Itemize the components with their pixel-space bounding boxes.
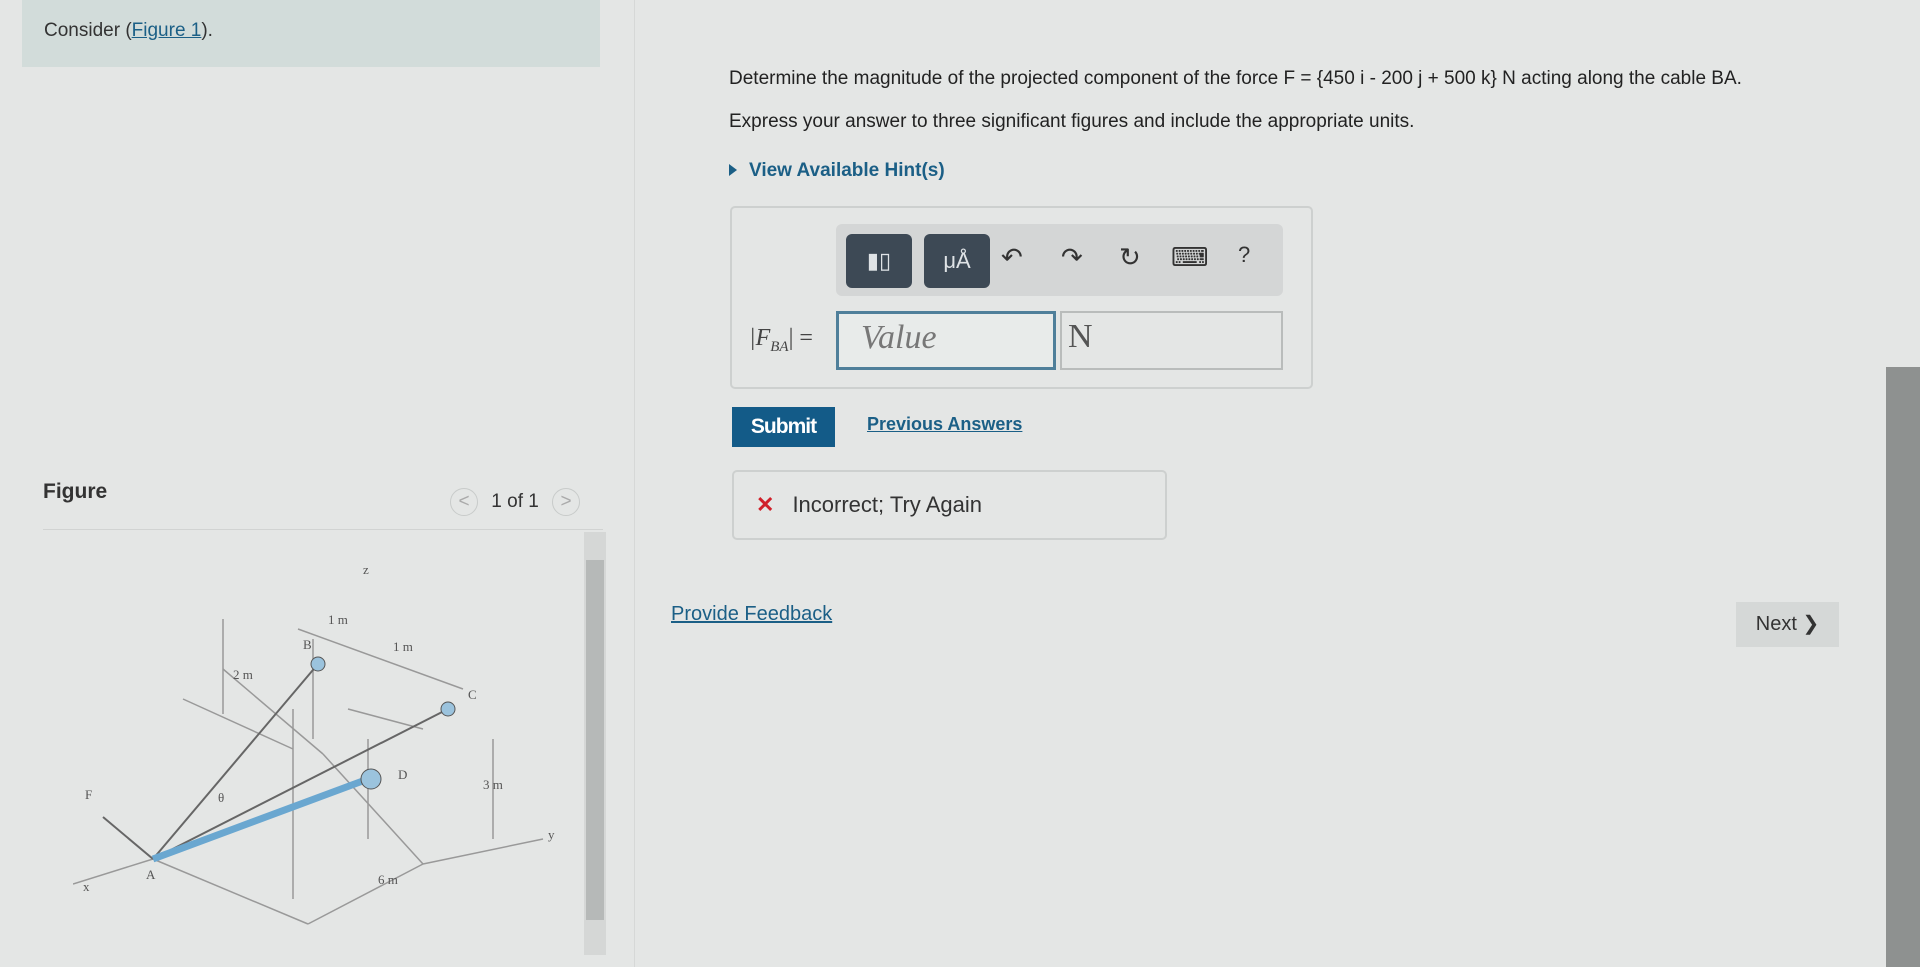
x-axis-label: x — [83, 879, 90, 894]
math-toolbar: ▮▯ μÅ ↶ ↷ ↻ ⌨ ? — [836, 224, 1283, 296]
label-sub: BA — [770, 338, 789, 355]
dim-6m: 6 m — [378, 872, 398, 887]
answer-label: |FBA| = — [749, 325, 813, 356]
dim-1m-b: 1 m — [393, 639, 413, 654]
prev-figure-button[interactable]: < — [450, 488, 478, 516]
consider-text: Consider ( — [44, 20, 132, 41]
figure-title: Figure — [43, 480, 108, 503]
help-icon[interactable]: ? — [1238, 242, 1250, 268]
panel-divider — [634, 0, 635, 967]
fraction-template-icon[interactable]: ▮▯ — [846, 234, 912, 288]
pager-text: 1 of 1 — [491, 491, 539, 513]
next-figure-button[interactable]: > — [552, 488, 581, 516]
theta-label: θ — [218, 790, 224, 805]
view-hints-toggle[interactable]: View Available Hint(s) — [729, 160, 945, 182]
dim-3m: 3 m — [483, 777, 503, 792]
question-text: Determine the magnitude of the projected… — [729, 68, 1742, 89]
y-axis-label: y — [548, 827, 555, 842]
feedback-box: ✕ Incorrect; Try Again — [732, 470, 1167, 540]
next-button[interactable]: Next ❯ — [1736, 602, 1839, 647]
feedback-status: Incorrect; Try Again — [792, 492, 982, 517]
point-b-label: B — [303, 637, 312, 652]
point-c-label: C — [468, 687, 477, 702]
point-a-label: A — [146, 867, 156, 882]
consider-suffix: ). — [201, 20, 213, 41]
dim-1m-a: 1 m — [328, 612, 348, 627]
figure-pager: < 1 of 1 > — [450, 488, 581, 516]
figure-diagram: z 1 m 1 m 2 m B C D F θ A 3 m 6 m x y — [73, 562, 555, 925]
reset-icon[interactable]: ↻ — [1119, 242, 1141, 273]
dim-2m: 2 m — [233, 667, 253, 682]
undo-icon[interactable]: ↶ — [1001, 242, 1023, 273]
instructions-text: Express your answer to three significant… — [729, 111, 1415, 132]
redo-icon[interactable]: ↷ — [1061, 242, 1083, 273]
figure-divider — [43, 529, 603, 530]
label-end: | = — [788, 325, 813, 351]
value-input[interactable]: Value — [836, 311, 1056, 370]
incorrect-x-icon: ✕ — [756, 492, 775, 517]
keyboard-icon[interactable]: ⌨ — [1171, 242, 1209, 273]
submit-button[interactable]: Submit — [732, 407, 835, 447]
force-f-label: F — [85, 787, 92, 802]
z-axis-label: z — [363, 562, 369, 577]
units-button[interactable]: μÅ — [924, 234, 990, 288]
page-scrollbar[interactable] — [1886, 367, 1920, 967]
label-main: |F — [749, 325, 771, 351]
figure-link[interactable]: Figure 1 — [132, 20, 202, 41]
caret-right-icon — [729, 164, 737, 176]
point-d-label: D — [398, 767, 407, 782]
figure-scroll-thumb[interactable] — [586, 560, 604, 920]
previous-answers-link[interactable]: Previous Answers — [867, 414, 1022, 435]
provide-feedback-link[interactable]: Provide Feedback — [671, 603, 832, 626]
unit-input[interactable]: N — [1060, 311, 1283, 370]
consider-banner: Consider (Figure 1). — [22, 0, 600, 67]
hint-label: View Available Hint(s) — [749, 160, 945, 181]
